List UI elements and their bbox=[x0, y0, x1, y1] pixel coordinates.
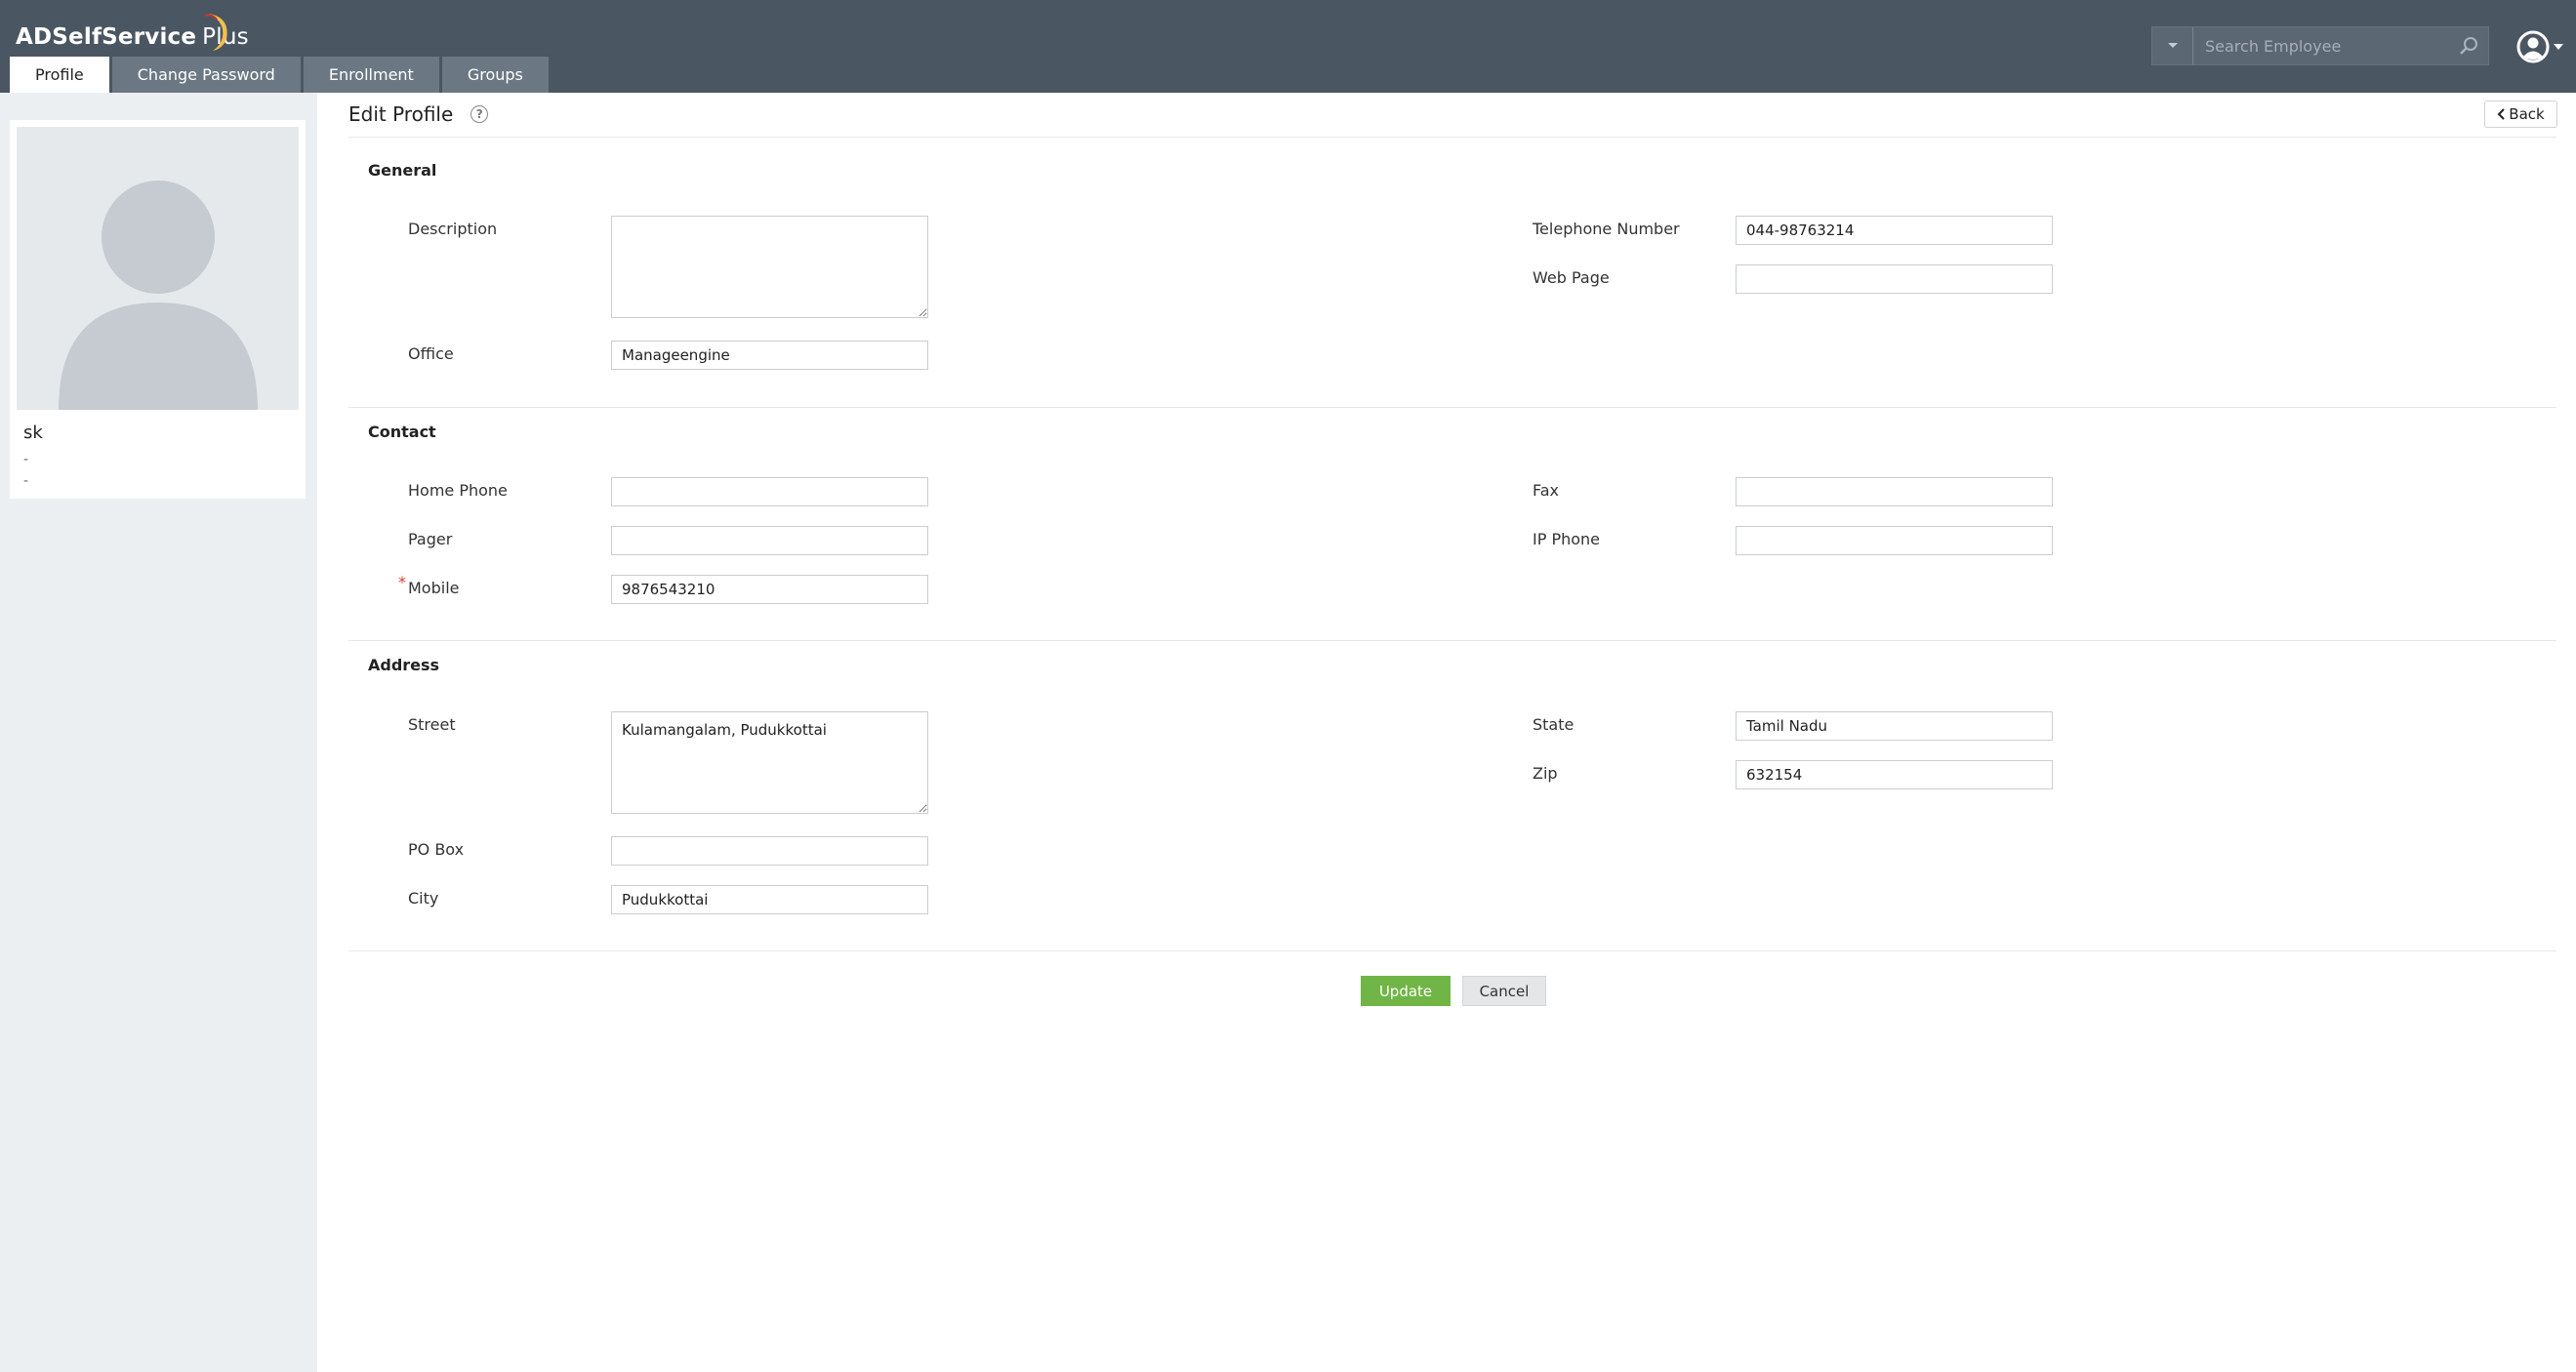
cancel-button[interactable]: Cancel bbox=[1462, 976, 1546, 1006]
profile-card: sk - - bbox=[10, 120, 306, 499]
tab-profile[interactable]: Profile bbox=[10, 57, 109, 93]
state-label: State bbox=[1533, 715, 1574, 734]
divider bbox=[348, 950, 2556, 951]
page-title-text: Edit Profile bbox=[348, 102, 454, 126]
ip-phone-label: IP Phone bbox=[1533, 530, 1601, 548]
avatar-placeholder-icon bbox=[59, 181, 258, 410]
state-field[interactable] bbox=[1736, 711, 2053, 741]
street-label: Street bbox=[408, 715, 456, 734]
tab-enrollment[interactable]: Enrollment bbox=[303, 57, 439, 93]
left-sidebar: sk - - bbox=[0, 93, 317, 1372]
pager-label: Pager bbox=[408, 530, 453, 548]
divider bbox=[348, 640, 2556, 641]
user-menu[interactable] bbox=[2516, 27, 2569, 66]
main-content: Edit Profile ? Back General Description … bbox=[317, 93, 2576, 1372]
main-tabs: Profile Change Password Enrollment Group… bbox=[10, 57, 549, 93]
help-icon[interactable]: ? bbox=[470, 105, 489, 123]
home-phone-field[interactable] bbox=[611, 477, 928, 506]
divider bbox=[348, 407, 2556, 408]
description-field[interactable] bbox=[611, 216, 928, 318]
telephone-field[interactable] bbox=[1736, 216, 2053, 245]
tab-change-password[interactable]: Change Password bbox=[111, 57, 301, 93]
caret-down-icon bbox=[2167, 43, 2178, 48]
city-label: City bbox=[408, 889, 439, 908]
zip-label: Zip bbox=[1533, 764, 1558, 783]
page-title: Edit Profile ? bbox=[348, 102, 489, 126]
section-title-contact: Contact bbox=[368, 423, 436, 441]
search-input[interactable] bbox=[2193, 27, 2449, 64]
required-indicator: * bbox=[398, 573, 406, 591]
user-circle-icon bbox=[2516, 30, 2550, 63]
webpage-label: Web Page bbox=[1533, 268, 1610, 287]
profile-detail-2: - bbox=[23, 473, 29, 489]
search-filter-dropdown[interactable] bbox=[2152, 27, 2193, 64]
chevron-left-icon bbox=[2497, 108, 2505, 120]
office-label: Office bbox=[408, 344, 454, 363]
po-box-field[interactable] bbox=[611, 836, 928, 866]
telephone-label: Telephone Number bbox=[1533, 220, 1680, 238]
street-field[interactable]: Kulamangalam, Pudukkottai bbox=[611, 711, 928, 814]
webpage-field[interactable] bbox=[1736, 264, 2053, 294]
section-title-address: Address bbox=[368, 656, 440, 674]
mobile-field[interactable] bbox=[611, 575, 928, 604]
avatar bbox=[17, 127, 299, 410]
description-label: Description bbox=[408, 220, 498, 238]
search-button[interactable] bbox=[2449, 27, 2488, 64]
fax-label: Fax bbox=[1533, 481, 1560, 500]
search-icon bbox=[2460, 37, 2477, 55]
fax-field[interactable] bbox=[1736, 477, 2053, 506]
section-title-general: General bbox=[368, 161, 437, 180]
back-button-label: Back bbox=[2509, 105, 2545, 123]
pager-field[interactable] bbox=[611, 526, 928, 555]
home-phone-label: Home Phone bbox=[408, 481, 508, 500]
update-button[interactable]: Update bbox=[1361, 976, 1451, 1006]
logo-swoosh-icon bbox=[204, 14, 227, 51]
employee-search bbox=[2151, 26, 2489, 65]
office-field[interactable] bbox=[611, 341, 928, 370]
ip-phone-field[interactable] bbox=[1736, 526, 2053, 555]
brand-name: ADSelfService bbox=[16, 24, 197, 50]
top-header: ADSelfService Plus Profile Change Passwo… bbox=[0, 0, 2576, 93]
zip-field[interactable] bbox=[1736, 760, 2053, 789]
po-box-label: PO Box bbox=[408, 840, 465, 859]
chevron-down-icon bbox=[2554, 44, 2563, 50]
tab-groups[interactable]: Groups bbox=[441, 57, 549, 93]
divider bbox=[348, 137, 2556, 138]
profile-name: sk bbox=[23, 423, 43, 443]
back-button[interactable]: Back bbox=[2484, 101, 2557, 128]
profile-detail-1: - bbox=[23, 452, 29, 467]
city-field[interactable] bbox=[611, 885, 928, 914]
app-logo[interactable]: ADSelfService Plus bbox=[16, 14, 249, 59]
mobile-label: Mobile bbox=[408, 579, 460, 597]
